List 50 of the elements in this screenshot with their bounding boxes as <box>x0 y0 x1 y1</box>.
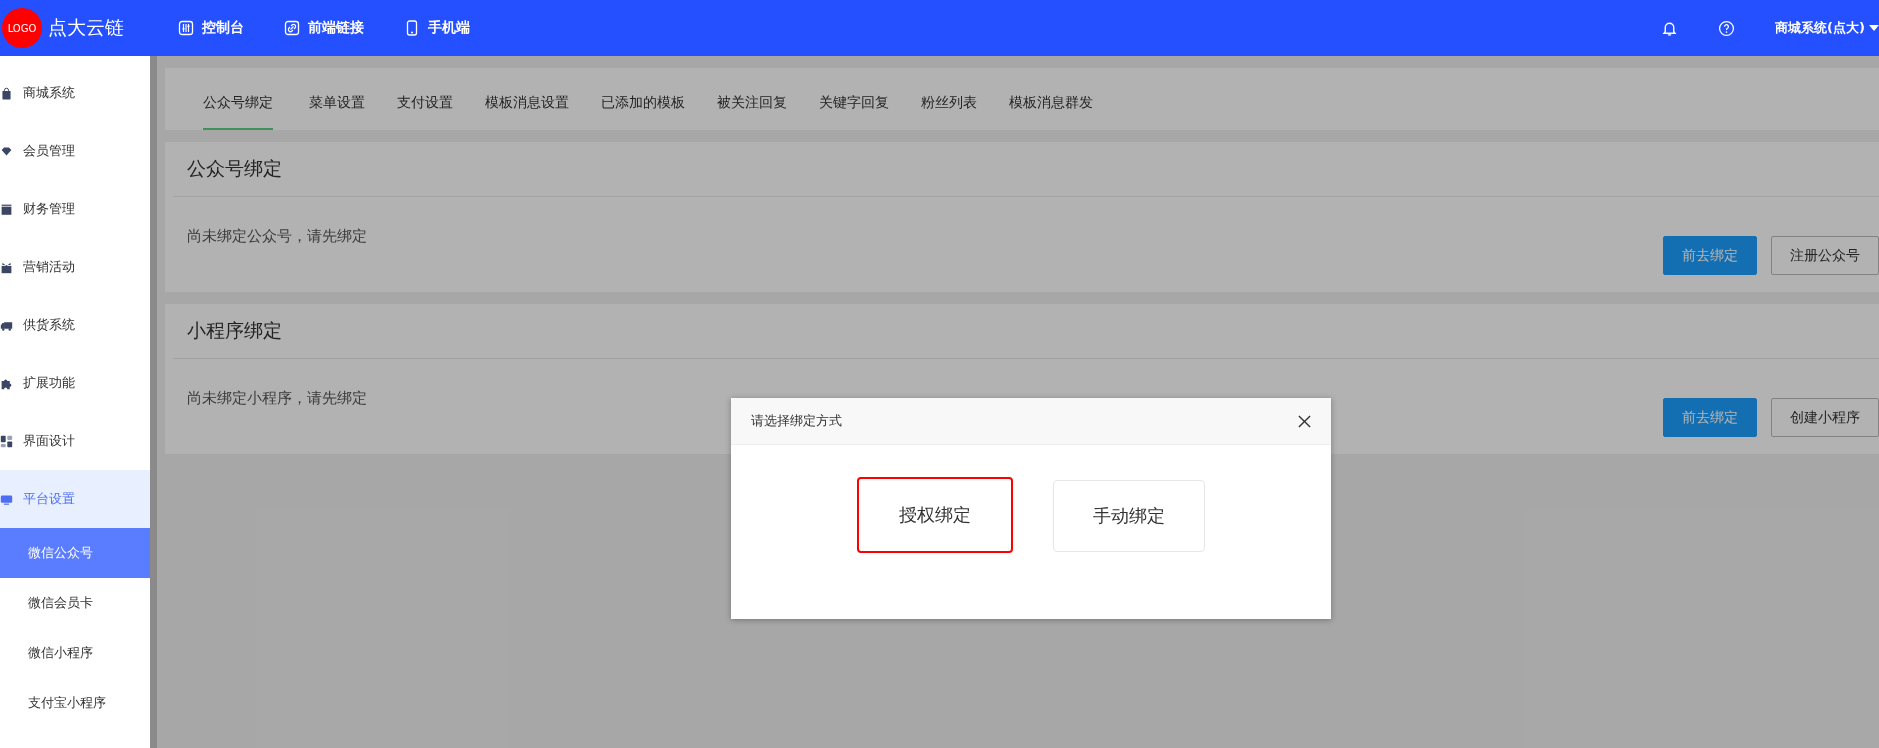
link-icon <box>284 20 300 36</box>
tab[interactable]: 模板消息设置 <box>469 78 585 130</box>
sidebar-subitem[interactable]: 支付宝小程序 <box>0 678 150 728</box>
section-title: 公众号绑定 <box>173 142 1879 197</box>
grid-icon <box>0 434 13 448</box>
phone-icon <box>404 20 420 36</box>
diamond-icon <box>0 144 13 158</box>
dialog-title: 请选择绑定方式 <box>751 412 842 430</box>
caret-icon <box>1869 25 1879 31</box>
tab[interactable]: 关键字回复 <box>803 78 905 130</box>
action-button[interactable]: 创建小程序 <box>1771 398 1879 437</box>
account-menu[interactable]: 商城系统(点大) <box>1775 19 1879 37</box>
section-title: 小程序绑定 <box>173 304 1879 359</box>
sidebar-subitem[interactable]: 微信会员卡 <box>0 578 150 628</box>
sidebar-item[interactable]: 界面设计 <box>0 412 150 470</box>
help-icon[interactable] <box>1718 19 1736 37</box>
sidebar-subitem[interactable]: 微信公众号 <box>0 528 150 578</box>
sliders-icon <box>178 20 194 36</box>
close-icon[interactable] <box>1298 414 1311 428</box>
tab[interactable]: 公众号绑定 <box>203 78 273 130</box>
sidebar-item[interactable]: 营销活动 <box>0 238 150 296</box>
bag-icon <box>0 86 13 100</box>
action-button[interactable]: 注册公众号 <box>1771 236 1879 275</box>
nav-link[interactable]: 前端链接 <box>284 19 364 37</box>
monitor-icon <box>0 492 13 506</box>
status-message: 尚未绑定小程序，请先绑定 <box>187 389 367 408</box>
tab[interactable]: 支付设置 <box>381 78 469 130</box>
sidebar-item[interactable]: 财务管理 <box>0 180 150 238</box>
nav-link[interactable]: 控制台 <box>178 19 244 37</box>
sidebar-item[interactable]: 会员管理 <box>0 122 150 180</box>
status-message: 尚未绑定公众号，请先绑定 <box>187 227 367 246</box>
cash-box-icon <box>0 202 13 216</box>
bind-option[interactable]: 授权绑定 <box>857 477 1013 553</box>
logo-badge: LOGO <box>2 8 42 48</box>
sidebar-subitem[interactable]: 微信小程序 <box>0 628 150 678</box>
gift-icon <box>0 260 13 274</box>
sidebar-item[interactable]: 扩展功能 <box>0 354 150 412</box>
tab[interactable]: 模板消息群发 <box>993 78 1109 130</box>
tab[interactable]: 菜单设置 <box>293 78 381 130</box>
nav-link[interactable]: 手机端 <box>404 19 470 37</box>
tab[interactable]: 已添加的模板 <box>585 78 701 130</box>
tab[interactable]: 被关注回复 <box>701 78 803 130</box>
scrollbar[interactable] <box>150 56 157 748</box>
brand-name: 点大云链 <box>48 15 124 40</box>
bind-option[interactable]: 手动绑定 <box>1053 480 1205 552</box>
sidebar-item[interactable]: 商城系统 <box>0 64 150 122</box>
tab[interactable]: 粉丝列表 <box>905 78 993 130</box>
bell-icon[interactable] <box>1661 19 1679 37</box>
sidebar-item[interactable]: 供货系统 <box>0 296 150 354</box>
sidebar-item[interactable]: 平台设置 <box>0 470 150 528</box>
